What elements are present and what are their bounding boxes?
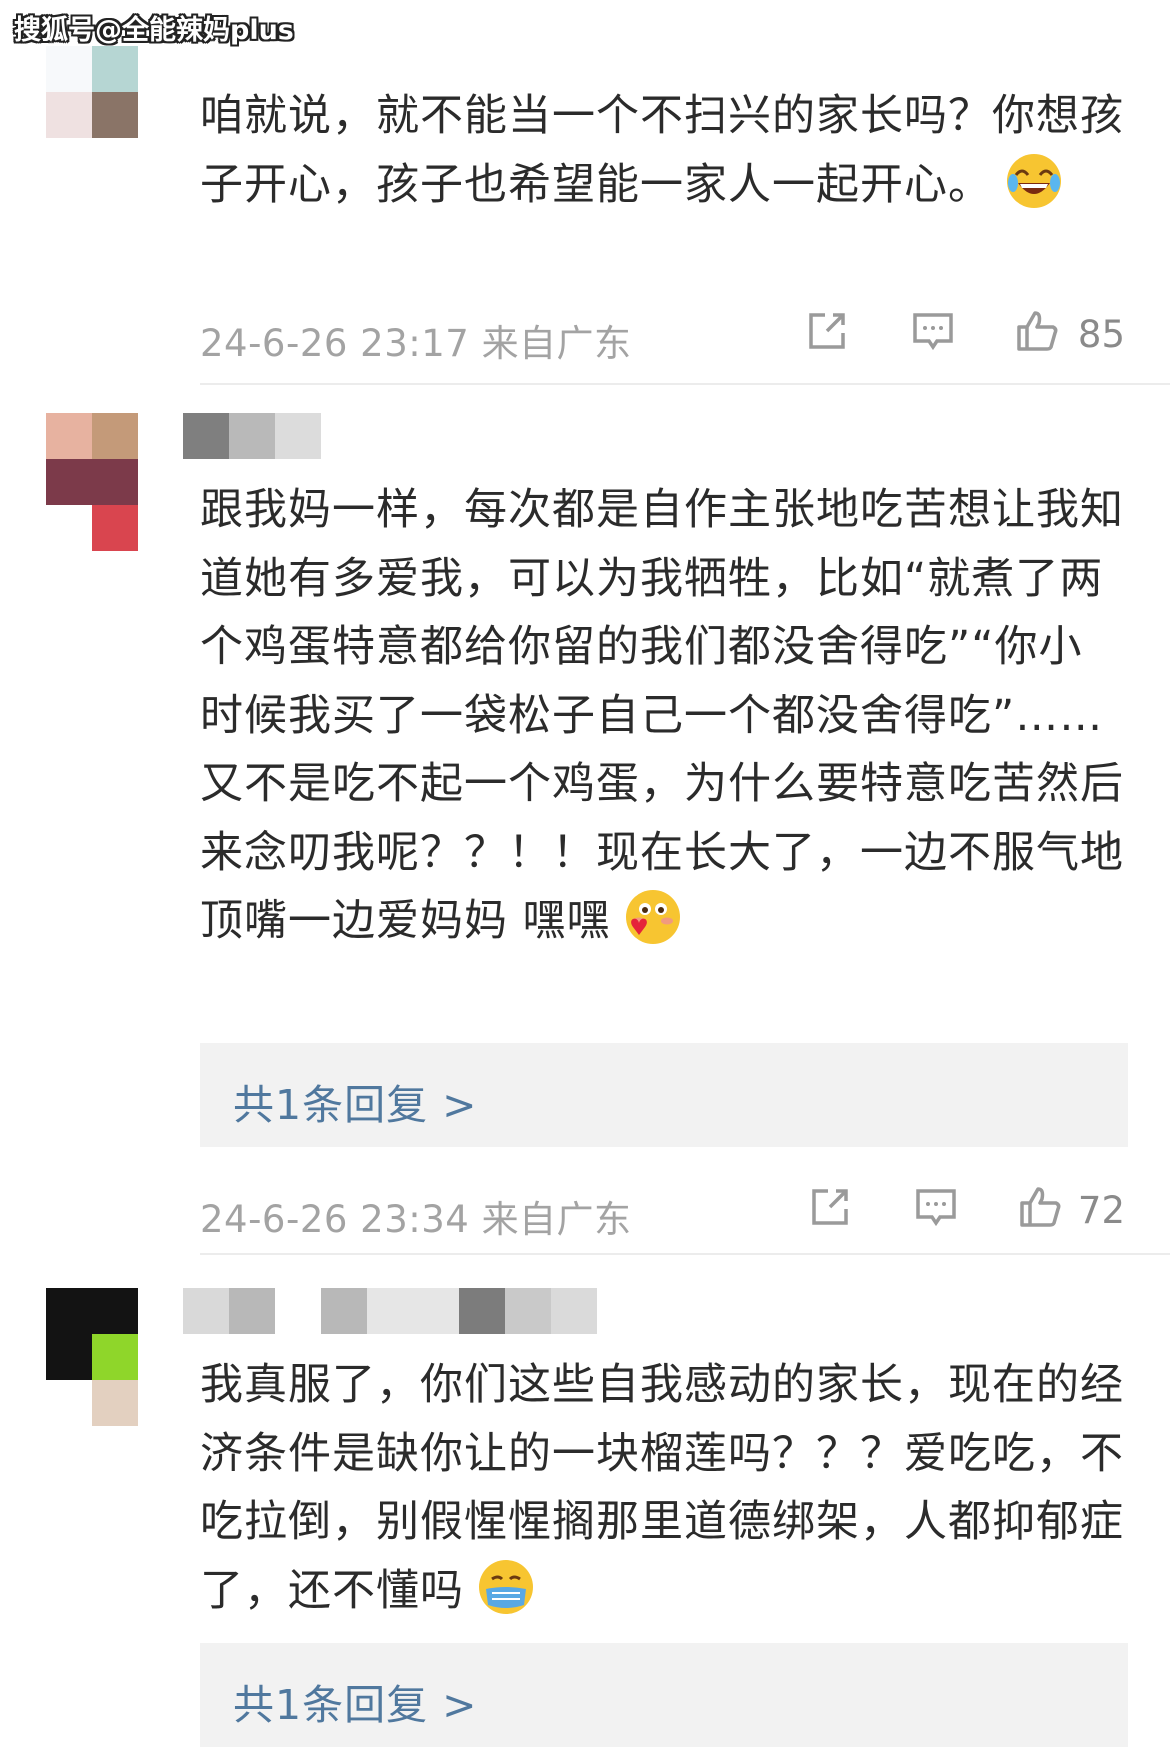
avatar[interactable] — [46, 1288, 138, 1426]
comment-timestamp: 24-6-26 23:17 来自广东 — [200, 322, 632, 365]
comment-text: 跟我妈一样，每次都是自作主张地吃苦想让我知道她有多爱我，可以为我牺牲，比如“就煮… — [200, 476, 1125, 956]
thumbs-up-icon[interactable] — [1015, 309, 1059, 353]
reply-comment-icon[interactable] — [911, 309, 955, 353]
thumbs-up-icon[interactable] — [1018, 1185, 1062, 1229]
view-replies-button[interactable]: 共1条回复 > — [200, 1043, 1128, 1147]
comment-item: 跟我妈一样，每次都是自作主张地吃苦想让我知道她有多爱我，可以为我牺牲，比如“就煮… — [0, 413, 1170, 1263]
like-count: 72 — [1077, 1189, 1125, 1232]
username[interactable] — [183, 1288, 597, 1334]
comment-text: 咱就说，就不能当一个不扫兴的家长吗？你想孩子开心，孩子也希望能一家人一起开心。 — [200, 82, 1125, 219]
comment-timestamp: 24-6-26 23:34 来自广东 — [200, 1198, 632, 1241]
avatar[interactable] — [46, 413, 138, 551]
like-count: 85 — [1077, 313, 1125, 356]
blushing-heart-emoji-icon — [625, 889, 681, 945]
comment-text-content: 咱就说，就不能当一个不扫兴的家长吗？你想孩子开心，孩子也希望能一家人一起开心。 — [200, 91, 1124, 210]
comment-item: 我真服了，你们这些自我感动的家长，现在的经济条件是缺你让的一块榴莲吗？？？爱吃吃… — [0, 1288, 1170, 1747]
view-replies-button[interactable]: 共1条回复 > — [200, 1643, 1128, 1747]
username[interactable] — [183, 413, 321, 459]
comment-text: 我真服了，你们这些自我感动的家长，现在的经济条件是缺你让的一块榴莲吗？？？爱吃吃… — [200, 1351, 1125, 1625]
watermark: 搜狐号@全能辣妈plus — [14, 15, 294, 46]
laughing-tears-emoji-icon — [1006, 153, 1062, 209]
share-icon[interactable] — [808, 1185, 852, 1229]
comment-item: 咱就说，就不能当一个不扫兴的家长吗？你想孩子开心，孩子也希望能一家人一起开心。 … — [0, 0, 1170, 385]
view-replies-label: 共1条回复 > — [233, 1681, 478, 1729]
divider — [200, 383, 1170, 385]
share-icon[interactable] — [805, 309, 849, 353]
comment-text-content: 跟我妈一样，每次都是自作主张地吃苦想让我知道她有多爱我，可以为我牺牲，比如“就煮… — [200, 485, 1124, 946]
comment-meta: 24-6-26 23:17 来自广东 85 — [200, 305, 1125, 365]
comment-text-content: 我真服了，你们这些自我感动的家长，现在的经济条件是缺你让的一块榴莲吗？？？爱吃吃… — [200, 1360, 1124, 1616]
reply-comment-icon[interactable] — [914, 1185, 958, 1229]
masked-face-emoji-icon — [478, 1559, 534, 1615]
comment-meta: 24-6-26 23:34 来自广东 72 — [200, 1181, 1125, 1241]
divider — [200, 1253, 1170, 1255]
view-replies-label: 共1条回复 > — [233, 1081, 478, 1129]
